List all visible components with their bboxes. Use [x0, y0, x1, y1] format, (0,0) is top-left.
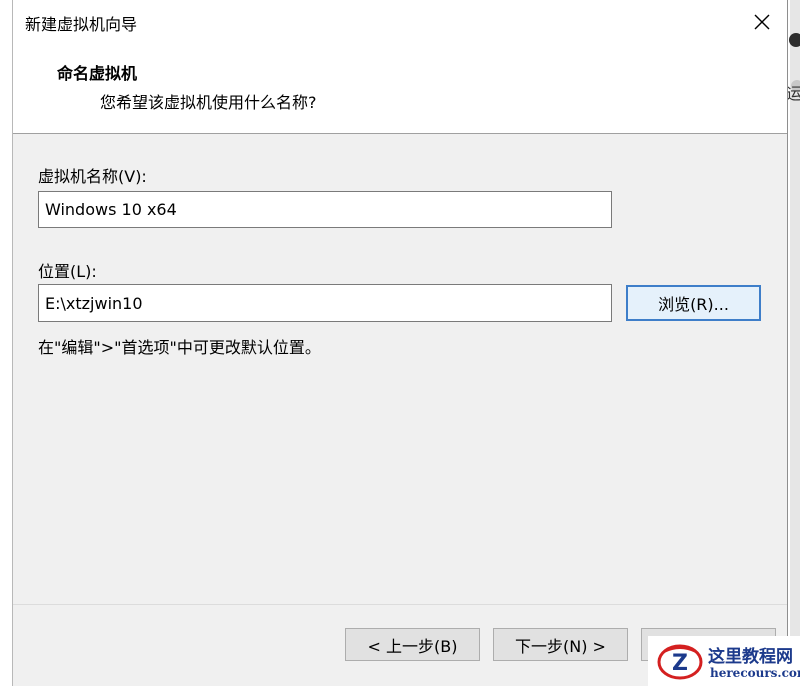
window-title: 新建虚拟机向导 [25, 15, 138, 34]
vm-name-input[interactable] [38, 191, 612, 228]
browse-button-label: 浏览(R)... [658, 295, 729, 314]
background-icon [789, 33, 800, 47]
location-label: 位置(L): [38, 262, 97, 281]
next-button-label: 下一步(N) > [515, 636, 606, 656]
watermark: Z 这里教程网 herecours.com [648, 636, 800, 686]
close-icon [754, 14, 770, 30]
close-button[interactable] [745, 6, 779, 38]
browse-button[interactable]: 浏览(R)... [626, 285, 761, 321]
new-vm-wizard-dialog: 新建虚拟机向导 命名虚拟机 您希望该虚拟机使用什么名称? 虚拟机名称(V): 位… [12, 0, 788, 686]
wizard-header: 命名虚拟机 您希望该虚拟机使用什么名称? [13, 44, 787, 134]
watermark-logo-icon: Z [657, 644, 703, 680]
location-hint: 在"编辑">"首选项"中可更改默认位置。 [38, 338, 321, 357]
location-input[interactable] [38, 284, 612, 322]
vm-name-label: 虚拟机名称(V): [38, 167, 147, 186]
page-subtitle: 您希望该虚拟机使用什么名称? [100, 93, 317, 112]
svg-text:Z: Z [672, 651, 688, 676]
footer-divider [13, 604, 787, 605]
watermark-url: herecours.com [710, 666, 800, 680]
next-button[interactable]: 下一步(N) > [493, 628, 628, 661]
back-button[interactable]: < 上一步(B) [345, 628, 480, 661]
title-bar: 新建虚拟机向导 [13, 0, 787, 44]
background-text: 运 [786, 84, 800, 103]
watermark-title: 这里教程网 [708, 647, 793, 667]
back-button-label: < 上一步(B) [367, 636, 458, 656]
page-title: 命名虚拟机 [57, 64, 138, 83]
